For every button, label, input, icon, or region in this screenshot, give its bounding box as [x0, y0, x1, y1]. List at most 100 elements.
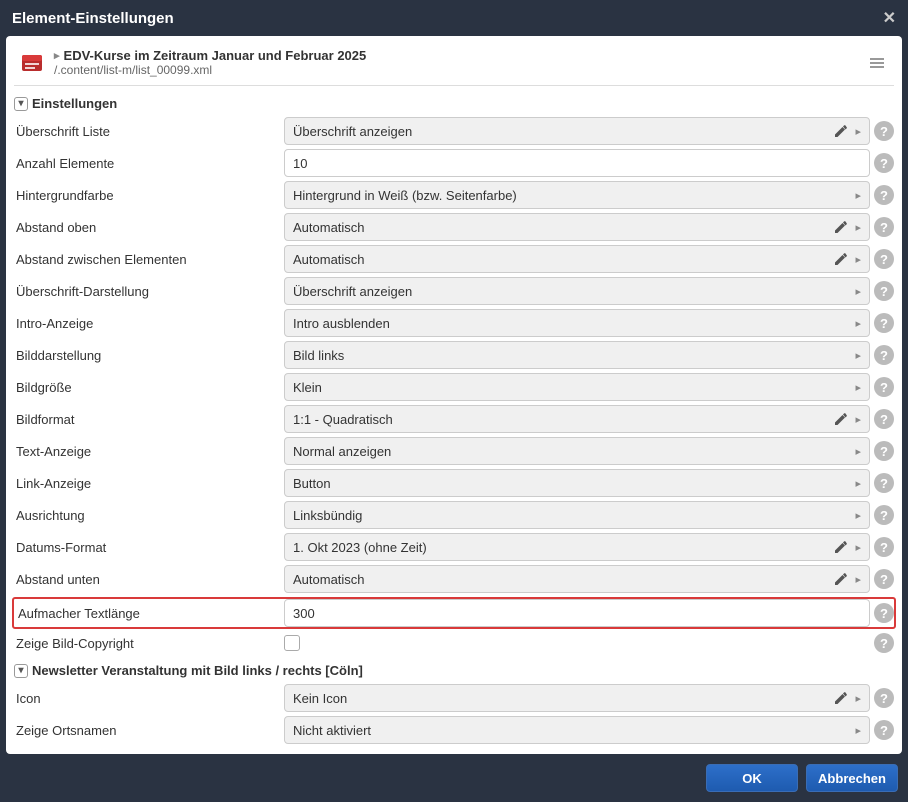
- dialog-content: ▸ EDV-Kurse im Zeitraum Januar und Febru…: [6, 36, 902, 754]
- select-icons: ▸: [833, 571, 861, 587]
- chevron-right-icon: ▸: [855, 477, 861, 490]
- select-icons: ▸: [833, 219, 861, 235]
- select-field[interactable]: Hintergrund in Weiß (bzw. Seitenfarbe)▸: [284, 181, 870, 209]
- select-value: Linksbündig: [293, 508, 855, 523]
- help-icon[interactable]: ?: [874, 121, 894, 141]
- select-field[interactable]: Linksbündig▸: [284, 501, 870, 529]
- select-value: Intro ausblenden: [293, 316, 855, 331]
- select-field[interactable]: Intro ausblenden▸: [284, 309, 870, 337]
- row-control: Überschrift anzeigen▸?: [284, 277, 894, 305]
- select-field[interactable]: Button▸: [284, 469, 870, 497]
- help-icon[interactable]: ?: [874, 569, 894, 589]
- pencil-icon[interactable]: [833, 123, 849, 139]
- menu-icon[interactable]: [864, 50, 890, 76]
- help-icon[interactable]: ?: [874, 217, 894, 237]
- chevron-right-icon: ▸: [855, 189, 861, 202]
- row-label: Datums-Format: [14, 540, 276, 555]
- row-label: Anzahl Elemente: [14, 156, 276, 171]
- text-field[interactable]: 300: [284, 599, 870, 627]
- row-label: Abstand unten: [14, 572, 276, 587]
- select-value: Automatisch: [293, 572, 833, 587]
- help-icon[interactable]: ?: [874, 441, 894, 461]
- row-control: Automatisch▸?: [284, 213, 894, 241]
- row-control: Bild links▸?: [284, 341, 894, 369]
- pencil-icon[interactable]: [833, 219, 849, 235]
- form-row: Abstand zwischen ElementenAutomatisch▸?: [14, 243, 894, 275]
- select-icons: ▸: [855, 445, 861, 458]
- select-field[interactable]: Normal anzeigen▸: [284, 437, 870, 465]
- collapse-toggle-icon[interactable]: ▾: [14, 97, 28, 111]
- chevron-right-icon: ▸: [855, 285, 861, 298]
- row-label: Text-Anzeige: [14, 444, 276, 459]
- row-control: Normal anzeigen▸?: [284, 437, 894, 465]
- select-icons: ▸: [855, 509, 861, 522]
- checkbox[interactable]: [284, 635, 300, 651]
- row-label: Bilddarstellung: [14, 348, 276, 363]
- chevron-right-icon: ▸: [855, 317, 861, 330]
- help-icon[interactable]: ?: [874, 185, 894, 205]
- dialog-footer: OK Abbrechen: [0, 754, 908, 802]
- row-label: Hintergrundfarbe: [14, 188, 276, 203]
- select-value: Automatisch: [293, 252, 833, 267]
- help-icon[interactable]: ?: [874, 313, 894, 333]
- close-icon[interactable]: ✕: [883, 8, 896, 28]
- chevron-right-icon: ▸: [855, 724, 861, 737]
- select-icons: ▸: [855, 381, 861, 394]
- help-icon[interactable]: ?: [874, 633, 894, 653]
- help-icon[interactable]: ?: [874, 345, 894, 365]
- row-label: Abstand oben: [14, 220, 276, 235]
- select-field[interactable]: 1. Okt 2023 (ohne Zeit)▸: [284, 533, 870, 561]
- help-icon[interactable]: ?: [874, 153, 894, 173]
- breadcrumb-title: EDV-Kurse im Zeitraum Januar und Februar…: [64, 48, 367, 63]
- select-value: Normal anzeigen: [293, 444, 855, 459]
- pencil-icon[interactable]: [833, 571, 849, 587]
- help-icon[interactable]: ?: [874, 688, 894, 708]
- row-control: 10?: [284, 149, 894, 177]
- row-control: Linksbündig▸?: [284, 501, 894, 529]
- ok-button[interactable]: OK: [706, 764, 798, 792]
- pencil-icon[interactable]: [833, 251, 849, 267]
- select-value: Klein: [293, 380, 855, 395]
- select-field[interactable]: Automatisch▸: [284, 245, 870, 273]
- select-field[interactable]: 1:1 - Quadratisch▸: [284, 405, 870, 433]
- help-icon[interactable]: ?: [874, 249, 894, 269]
- form-row: Zeige Bild-Copyright?: [14, 631, 894, 655]
- help-icon[interactable]: ?: [874, 409, 894, 429]
- form-row: Überschrift ListeÜberschrift anzeigen▸?: [14, 115, 894, 147]
- select-field[interactable]: Kein Icon▸: [284, 684, 870, 712]
- form-row: BildgrößeKlein▸?: [14, 371, 894, 403]
- help-icon[interactable]: ?: [874, 377, 894, 397]
- select-field[interactable]: Klein▸: [284, 373, 870, 401]
- row-control: Intro ausblenden▸?: [284, 309, 894, 337]
- row-control: Automatisch▸?: [284, 245, 894, 273]
- chevron-right-icon: ▸: [855, 573, 861, 586]
- pencil-icon[interactable]: [833, 411, 849, 427]
- help-icon[interactable]: ?: [874, 281, 894, 301]
- help-icon[interactable]: ?: [874, 603, 894, 623]
- cancel-button[interactable]: Abbrechen: [806, 764, 898, 792]
- select-icons: ▸: [833, 251, 861, 267]
- help-icon[interactable]: ?: [874, 537, 894, 557]
- help-icon[interactable]: ?: [874, 505, 894, 525]
- content-path: /.content/list-m/list_00099.xml: [54, 63, 856, 77]
- form-row: Anzahl Elemente 10?: [14, 147, 894, 179]
- select-field[interactable]: Überschrift anzeigen▸: [284, 117, 870, 145]
- select-value: Automatisch: [293, 220, 833, 235]
- select-field[interactable]: Automatisch ▸: [284, 565, 870, 593]
- pencil-icon[interactable]: [833, 539, 849, 555]
- text-field[interactable]: 10: [284, 149, 870, 177]
- collapse-toggle-icon[interactable]: ▾: [14, 664, 28, 678]
- help-icon[interactable]: ?: [874, 720, 894, 740]
- section2-rows: IconKein Icon▸?Zeige OrtsnamenNicht akti…: [14, 682, 894, 746]
- select-field[interactable]: Nicht aktiviert▸: [284, 716, 870, 744]
- chevron-right-icon: ▸: [855, 125, 861, 138]
- select-field[interactable]: Automatisch▸: [284, 213, 870, 241]
- row-control: ?: [284, 633, 894, 653]
- chevron-right-icon: ▸: [855, 541, 861, 554]
- form-row: Intro-AnzeigeIntro ausblenden▸?: [14, 307, 894, 339]
- help-icon[interactable]: ?: [874, 473, 894, 493]
- select-field[interactable]: Überschrift anzeigen▸: [284, 277, 870, 305]
- select-field[interactable]: Bild links▸: [284, 341, 870, 369]
- pencil-icon[interactable]: [833, 690, 849, 706]
- select-icons: ▸: [833, 690, 861, 706]
